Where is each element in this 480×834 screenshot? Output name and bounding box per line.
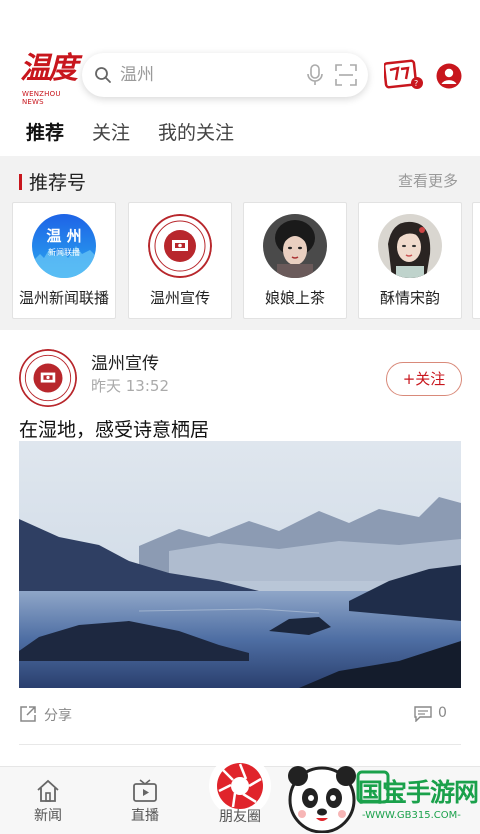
nav-label: 新闻 — [34, 808, 62, 824]
svg-text:新闻联播: 新闻联播 — [48, 247, 80, 257]
wenzheng-icon[interactable]: ? — [384, 58, 424, 94]
search-input[interactable] — [120, 61, 300, 89]
app-logo[interactable]: 温度 WENZHOU NEWS — [18, 51, 78, 107]
account-card-wenzhou-propaganda[interactable]: 温州宣传 — [128, 202, 232, 319]
nav-news[interactable]: 新闻 — [13, 767, 83, 834]
logo-main-text: 温度 — [20, 51, 78, 86]
watermark-url: -WWW.GB315.COM- — [362, 810, 461, 821]
account-card-wenzhou-news[interactable]: 温 州 新闻联播 温州新闻联播 — [12, 202, 116, 319]
post-image[interactable] — [19, 441, 461, 688]
share-icon[interactable] — [19, 705, 37, 723]
account-card-partial[interactable] — [472, 202, 480, 319]
svg-text:温 州: 温 州 — [46, 227, 81, 245]
home-icon — [37, 779, 59, 802]
account-card-niangniang[interactable]: 娘娘上茶 — [243, 202, 347, 319]
section-accent-bar — [19, 174, 22, 190]
follow-button[interactable]: +关注 — [386, 362, 462, 396]
account-name: 温州新闻联播 — [18, 289, 109, 307]
avatar — [378, 214, 442, 278]
account-name: 温州宣传 — [149, 289, 210, 307]
search-bar[interactable] — [82, 53, 368, 97]
divider — [19, 744, 461, 745]
nav-label: 朋友圈 — [219, 809, 261, 825]
account-name: 娘娘上茶 — [264, 289, 325, 307]
comment-icon[interactable] — [414, 706, 432, 722]
tab-my-follow[interactable]: 我的关注 — [158, 118, 234, 145]
avatar — [263, 214, 327, 278]
view-more-link[interactable]: 查看更多 — [398, 170, 458, 191]
tv-icon — [133, 779, 157, 802]
nav-live[interactable]: 直播 — [110, 767, 180, 834]
account-name: 酥情宋韵 — [379, 289, 440, 307]
post-author-name[interactable]: 温州宣传 — [91, 349, 159, 374]
nav-label: 直播 — [131, 808, 159, 824]
tab-follow[interactable]: 关注 — [92, 118, 130, 145]
recommend-title: 推荐号 — [29, 172, 87, 194]
svg-text:?: ? — [414, 79, 418, 88]
post-title[interactable]: 在湿地，感受诗意栖居 — [19, 415, 209, 442]
post-author-avatar[interactable] — [19, 349, 77, 407]
microphone-icon[interactable] — [304, 63, 326, 87]
logo-sub-text: WENZHOU NEWS — [22, 90, 61, 106]
channel-tabs: 推荐 关注 我的关注 — [0, 112, 480, 154]
comment-count: 0 — [438, 705, 447, 721]
header: 温度 WENZHOU NEWS ? — [0, 0, 480, 112]
avatar: 温 州 新闻联播 — [32, 214, 96, 278]
watermark-text: 国宝手游网 — [358, 778, 479, 807]
user-profile-icon[interactable] — [436, 63, 462, 89]
tab-recommend[interactable]: 推荐 — [26, 118, 64, 145]
post-timestamp: 昨天 13:52 — [91, 377, 169, 395]
account-card-suqing[interactable]: 酥情宋韵 — [358, 202, 462, 319]
scan-icon[interactable] — [335, 64, 357, 86]
avatar — [148, 214, 212, 278]
search-icon — [95, 67, 111, 83]
share-label[interactable]: 分享 — [44, 705, 72, 725]
